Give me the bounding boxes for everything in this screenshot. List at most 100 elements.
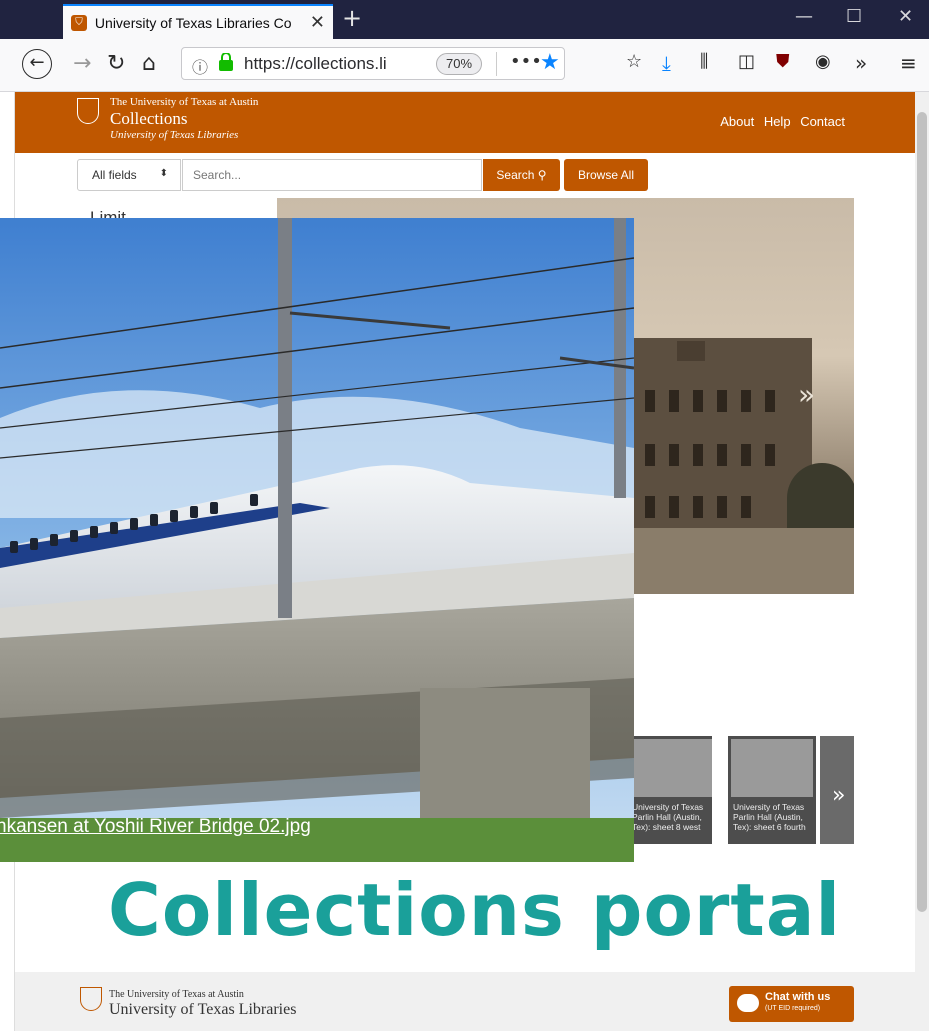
- maximize-icon[interactable]: ☐: [846, 6, 862, 27]
- browser-tab-bar: ⛉ University of Texas Libraries Co ✕ + —…: [0, 0, 929, 39]
- thumbnail-caption: University of Texas Parlin Hall (Austin,…: [733, 802, 806, 832]
- overlay-photo-caption[interactable]: nkansen at Yoshii River Bridge 02.jpg: [0, 816, 311, 838]
- browse-all-button[interactable]: Browse All: [564, 159, 648, 191]
- thumbnail-strip: University of Texas Parlin Hall (Austin,…: [627, 736, 854, 844]
- building-window: [765, 444, 775, 466]
- select-caret-icon: ⬍: [159, 168, 168, 179]
- train-window: [190, 506, 198, 518]
- building-window: [765, 390, 775, 412]
- window-close-icon[interactable]: ✕: [898, 6, 913, 27]
- nav-contact[interactable]: Contact: [800, 114, 845, 129]
- building-window: [693, 444, 703, 466]
- building-window: [645, 444, 655, 466]
- nav-about[interactable]: About: [720, 114, 754, 129]
- overflow-icon[interactable]: »: [855, 51, 867, 75]
- close-icon[interactable]: ✕: [310, 12, 325, 33]
- chat-title: Chat with us: [765, 991, 831, 1003]
- thumbnail-item[interactable]: University of Texas Parlin Hall (Austin,…: [728, 736, 816, 844]
- building-window: [669, 496, 679, 518]
- catenary-pole: [278, 218, 292, 618]
- building-window: [741, 390, 751, 412]
- building-window: [645, 496, 655, 518]
- building-window: [669, 390, 679, 412]
- account-icon[interactable]: ◉: [815, 51, 831, 72]
- carousel-lawn-shape: [632, 528, 854, 594]
- search-button-label: Search: [496, 168, 535, 182]
- header-nav: About Help Contact: [714, 114, 845, 129]
- thumbnail-image: [630, 739, 712, 797]
- train-window: [150, 514, 158, 526]
- carousel-next-icon[interactable]: »: [798, 378, 815, 411]
- chat-bubble-icon: [737, 994, 759, 1012]
- pocket-icon[interactable]: ☆: [626, 51, 642, 72]
- ut-seal-icon[interactable]: [80, 987, 102, 1011]
- search-input[interactable]: Search...: [182, 159, 482, 191]
- train-window: [50, 534, 58, 546]
- scrollbar-thumb[interactable]: [917, 112, 927, 912]
- collections-portal-title: Collections portal: [108, 868, 842, 952]
- footer-institution[interactable]: The University of Texas at Austin: [109, 989, 244, 1000]
- zoom-indicator[interactable]: 70%: [436, 53, 482, 75]
- building-window: [717, 496, 727, 518]
- page-actions-icon[interactable]: •••: [510, 51, 542, 72]
- tab-title: University of Texas Libraries Co: [94, 14, 292, 31]
- ut-seal-icon[interactable]: [77, 98, 99, 124]
- building-window: [717, 444, 727, 466]
- building-window: [741, 444, 751, 466]
- scrollbar[interactable]: [915, 92, 929, 1031]
- browser-toolbar: ← → ↻ ⌂ ⓘ https://collections.li 70% •••…: [0, 39, 929, 92]
- chat-button[interactable]: Chat with us (UT EID required): [729, 986, 854, 1022]
- train-window: [90, 526, 98, 538]
- building-window: [645, 390, 655, 412]
- bookmark-star-icon[interactable]: ★: [540, 50, 560, 75]
- back-icon[interactable]: ←: [22, 49, 52, 79]
- train-window: [210, 502, 218, 514]
- url-separator: [496, 52, 497, 76]
- train-window: [30, 538, 38, 550]
- building-window: [741, 496, 751, 518]
- train-window: [10, 541, 18, 553]
- site-footer: The University of Texas at Austin Univer…: [15, 972, 915, 1031]
- train-window: [130, 518, 138, 530]
- footer-library-name[interactable]: University of Texas Libraries: [109, 1001, 296, 1019]
- new-tab-icon[interactable]: +: [342, 4, 362, 32]
- train-window: [250, 494, 258, 506]
- reload-icon[interactable]: ↻: [107, 51, 125, 76]
- url-text[interactable]: https://collections.li: [244, 54, 394, 74]
- nav-help[interactable]: Help: [764, 114, 791, 129]
- train-window: [170, 510, 178, 522]
- field-select-value: All fields: [92, 168, 137, 182]
- building-window: [693, 390, 703, 412]
- site-header: The University of Texas at Austin Collec…: [15, 92, 915, 153]
- download-icon[interactable]: ⤓: [662, 51, 671, 75]
- menu-icon[interactable]: ≡: [900, 51, 917, 75]
- chat-subtitle: (UT EID required): [765, 1005, 821, 1012]
- overlay-photo: [0, 218, 634, 862]
- thumbnail-caption: University of Texas Parlin Hall (Austin,…: [632, 802, 704, 832]
- header-institution[interactable]: The University of Texas at Austin: [110, 96, 258, 108]
- home-icon[interactable]: ⌂: [142, 51, 156, 76]
- forward-icon[interactable]: →: [73, 51, 91, 76]
- search-icon: ⚲: [537, 168, 547, 182]
- info-icon[interactable]: ⓘ: [192, 54, 208, 78]
- thumbnail-item[interactable]: University of Texas Parlin Hall (Austin,…: [627, 736, 712, 844]
- library-icon[interactable]: ⫼: [700, 51, 708, 72]
- ut-shield-icon: ⛉: [71, 14, 87, 31]
- header-site-name[interactable]: Collections: [110, 109, 187, 129]
- header-sub-name[interactable]: University of Texas Libraries: [110, 129, 238, 141]
- train-window: [70, 530, 78, 542]
- field-select[interactable]: All fields ⬍: [77, 159, 181, 191]
- url-bar[interactable]: ⓘ https://collections.li 70% ••• ★: [181, 47, 565, 80]
- building-window: [669, 444, 679, 466]
- building-window: [717, 390, 727, 412]
- ublock-icon[interactable]: ⛊: [776, 51, 790, 72]
- search-button[interactable]: Search ⚲: [483, 159, 560, 191]
- train-window: [110, 522, 118, 534]
- minimize-icon[interactable]: —: [795, 6, 813, 27]
- thumbnails-next-icon[interactable]: »: [832, 783, 845, 808]
- browser-tab[interactable]: ⛉ University of Texas Libraries Co ✕: [63, 4, 333, 39]
- carousel-roof-shape: [677, 341, 705, 361]
- thumbnail-image: [731, 739, 813, 797]
- sidebar-icon[interactable]: ◫: [738, 51, 755, 72]
- lock-icon[interactable]: [218, 53, 234, 71]
